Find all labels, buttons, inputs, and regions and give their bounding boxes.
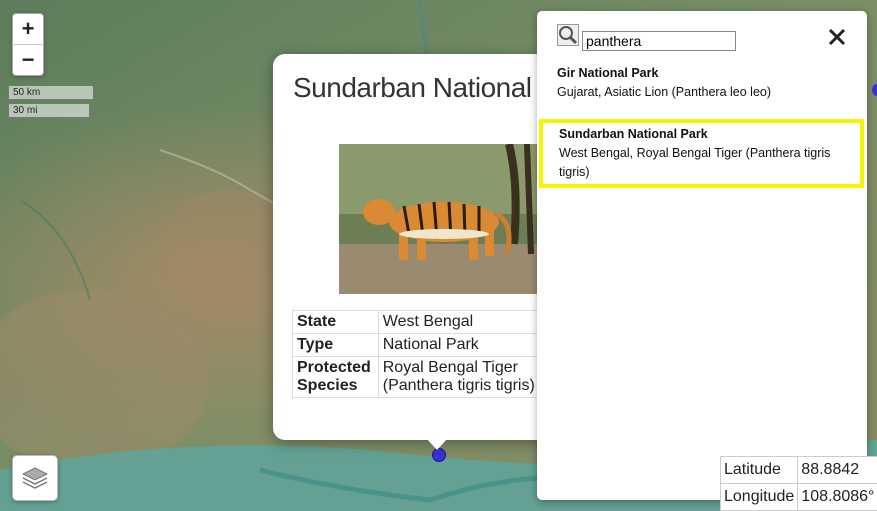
result-detail: West Bengal, Royal Bengal Tiger (Panther… (559, 146, 831, 179)
lon-label: Longitude (719, 483, 799, 511)
layers-button[interactable] (12, 455, 58, 501)
park-marker[interactable] (872, 84, 877, 96)
park-popup: Sundarban National Park State West Benga… (273, 54, 573, 440)
table-row: Protected Species Royal Bengal Tiger (Pant… (292, 356, 573, 398)
layers-icon (21, 467, 49, 489)
lat-value: 88.8842 (797, 456, 877, 484)
scale-km: 50 km (8, 86, 94, 100)
info-value-line: (Panthera tigris tigris) (382, 377, 535, 394)
result-name: Sundarban National Park (559, 127, 708, 141)
info-key: Type (292, 333, 379, 357)
coordinates-readout: Latitude 88.8842 Longitude 108.8086° (719, 456, 877, 511)
search-panel: Gir National Park Gujarat, Asiatic Lion … (537, 11, 867, 500)
table-row: State West Bengal (292, 310, 573, 334)
zoom-in-button[interactable]: + (13, 14, 43, 44)
park-marker[interactable] (432, 448, 446, 462)
info-key: State (292, 310, 379, 334)
info-key: Protected Species (292, 356, 379, 398)
lat-label: Latitude (719, 456, 799, 484)
info-value-line: Royal Bengal Tiger (382, 359, 518, 376)
zoom-control: + − (12, 13, 44, 76)
search-input[interactable] (582, 31, 736, 51)
lon-value: 108.8086° (797, 483, 877, 511)
info-key-line: Species (297, 377, 358, 394)
table-row: Type National Park (292, 333, 573, 357)
search-result[interactable]: Gir National Park Gujarat, Asiatic Lion … (537, 64, 867, 102)
result-detail: Gujarat, Asiatic Lion (Panthera leo leo) (557, 85, 772, 99)
search-icon (557, 24, 579, 46)
popup-title: Sundarban National Park (293, 72, 573, 103)
table-row: Latitude 88.8842 (719, 456, 877, 484)
result-name: Gir National Park (557, 66, 659, 80)
tiger-photo (339, 144, 537, 294)
park-info-table: State West Bengal Type National Park Pro… (292, 310, 573, 398)
close-icon[interactable] (827, 27, 847, 47)
info-key-line: Protected (297, 359, 371, 376)
scale-mi: 30 mi (8, 104, 90, 118)
zoom-out-button[interactable]: − (13, 44, 43, 75)
table-row: Longitude 108.8086° (719, 483, 877, 511)
search-result-selected[interactable]: Sundarban National Park West Bengal, Roy… (539, 119, 864, 188)
popup-tip (426, 438, 448, 450)
